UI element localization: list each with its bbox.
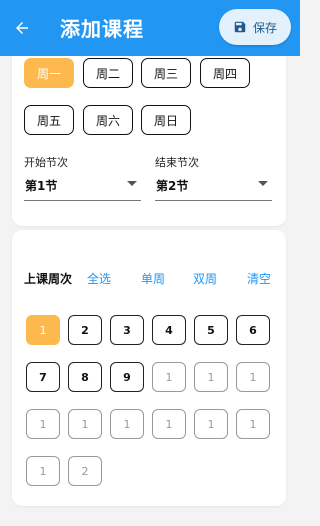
app-bar: 添加课程 保存 <box>0 0 300 56</box>
dropdown-arrow-icon <box>258 181 268 186</box>
week-button[interactable]: 1 <box>110 409 144 439</box>
week-button[interactable]: 1 <box>68 409 102 439</box>
day-chip[interactable]: 周五 <box>24 105 74 135</box>
day-chip[interactable]: 周二 <box>83 58 133 88</box>
dropdown-arrow-icon <box>127 181 137 186</box>
week-button[interactable]: 1 <box>152 362 186 392</box>
end-period-value: 第2节 <box>156 179 189 193</box>
day-chip[interactable]: 周六 <box>83 105 133 135</box>
week-button[interactable]: 6 <box>236 315 270 345</box>
weeks-title: 上课周次 <box>24 272 73 286</box>
week-button[interactable]: 8 <box>68 362 102 392</box>
day-chip[interactable]: 周四 <box>200 58 250 88</box>
week-button[interactable]: 7 <box>26 362 60 392</box>
floppy-disk-icon <box>234 21 246 33</box>
week-button[interactable]: 1 <box>26 409 60 439</box>
week-button[interactable]: 1 <box>194 409 228 439</box>
week-button[interactable]: 1 <box>152 409 186 439</box>
week-button[interactable]: 5 <box>194 315 228 345</box>
week-button[interactable]: 2 <box>68 456 102 486</box>
select-all-link[interactable]: 全选 <box>87 270 111 287</box>
save-label: 保存 <box>252 20 277 35</box>
week-button[interactable]: 1 <box>26 456 60 486</box>
back-button[interactable] <box>10 16 34 40</box>
clear-weeks-link[interactable]: 清空 <box>247 270 271 287</box>
week-button[interactable]: 2 <box>68 315 102 345</box>
even-weeks-link[interactable]: 双周 <box>193 270 217 287</box>
end-period-select[interactable]: 第2节 <box>155 172 272 201</box>
week-button[interactable]: 1 <box>194 362 228 392</box>
weeks-card: 上课周次 全选 单周 双周 清空 12345678911111111112 <box>12 230 286 506</box>
start-period-value: 第1节 <box>25 179 58 193</box>
save-button[interactable]: 保存 <box>219 9 291 45</box>
day-period-card: 周一 周二 周三 周四周五 周六 周日 开始节次 第1节 结束节次 第2节 <box>12 48 286 226</box>
arrow-left-icon <box>16 22 28 34</box>
day-chip[interactable]: 周一 <box>24 58 74 88</box>
page-title: 添加课程 <box>60 17 144 41</box>
end-period-label: 结束节次 <box>155 156 199 169</box>
week-button[interactable]: 4 <box>152 315 186 345</box>
week-button[interactable]: 9 <box>110 362 144 392</box>
odd-weeks-link[interactable]: 单周 <box>141 270 165 287</box>
start-period-select[interactable]: 第1节 <box>24 172 141 201</box>
day-chip[interactable]: 周日 <box>141 105 191 135</box>
week-button[interactable]: 1 <box>236 362 270 392</box>
start-period-label: 开始节次 <box>24 156 68 169</box>
week-button[interactable]: 3 <box>110 315 144 345</box>
week-button[interactable]: 1 <box>26 315 60 345</box>
day-chip[interactable]: 周三 <box>141 58 191 88</box>
week-button[interactable]: 1 <box>236 409 270 439</box>
